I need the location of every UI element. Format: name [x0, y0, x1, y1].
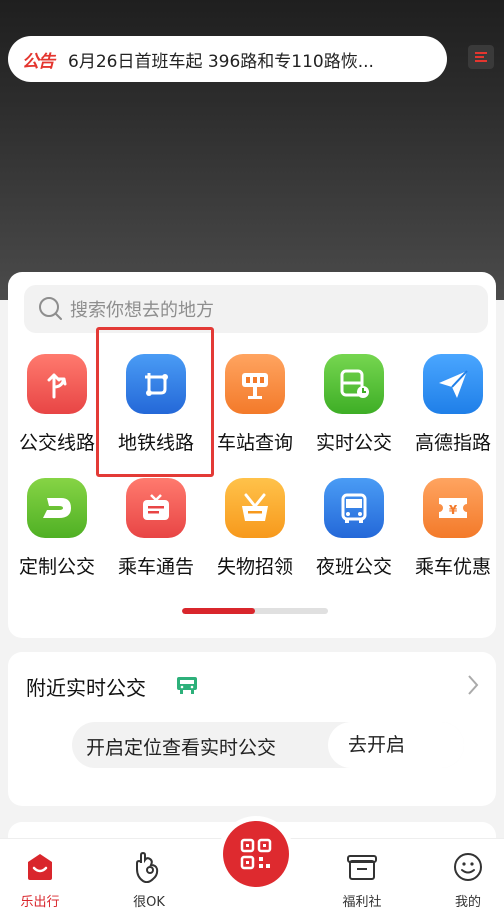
profile-icon: [428, 849, 504, 885]
announcement-bar[interactable]: 公告 6月26日首班车起 396路和专110路恢...: [8, 36, 447, 82]
announcement-tag: 公告: [22, 51, 55, 72]
realtime-bus-icon: [324, 354, 384, 414]
tab-label: 很OK: [133, 895, 165, 909]
grid-item-bus-route[interactable]: 公交线路: [8, 354, 106, 455]
grid-item-lost-found[interactable]: 失物招领: [206, 478, 304, 579]
grid-label: 乘车通告: [117, 556, 194, 578]
grid-label: 失物招领: [216, 556, 293, 578]
subway-route-icon: [126, 354, 186, 414]
grid-item-amap-navigation[interactable]: 高德指路: [404, 354, 502, 455]
gift-box-icon: [322, 849, 402, 885]
chevron-right-icon: [468, 675, 479, 695]
search-icon: [39, 297, 62, 320]
tab-label: 乐出行: [20, 895, 60, 909]
announcement-text[interactable]: 6月26日首班车起 396路和专110路恢...: [68, 47, 428, 72]
bus-badge-icon: [177, 677, 197, 694]
tab-label: 我的: [454, 895, 481, 909]
station-query-icon: [225, 354, 285, 414]
grid-label: 车站查询: [216, 432, 293, 454]
grid-label: 地铁线路: [117, 432, 194, 454]
grid-item-subway-route[interactable]: 地铁线路: [107, 354, 205, 455]
grid-item-ride-discount[interactable]: ¥ 乘车优惠: [404, 478, 502, 579]
menu-button[interactable]: [468, 45, 494, 69]
grid-label: 乘车优惠: [414, 556, 491, 578]
svg-text:¥: ¥: [449, 503, 458, 517]
grid-label: 公交线路: [18, 432, 95, 454]
scan-qr-button[interactable]: [218, 816, 294, 892]
tab-ok[interactable]: 很OK: [109, 839, 189, 909]
search-input[interactable]: 搜索你想去的地方: [24, 285, 488, 333]
grid-label: 高德指路: [414, 432, 491, 454]
night-bus-icon: [324, 478, 384, 538]
nearby-bus-card: 附近实时公交 开启定位查看实时公交 去开启: [8, 652, 496, 806]
grid-item-night-bus[interactable]: 夜班公交: [305, 478, 403, 579]
grid-item-custom-bus[interactable]: 定制公交: [8, 478, 106, 579]
custom-bus-icon: [27, 478, 87, 538]
grid-item-station-query[interactable]: 车站查询: [206, 354, 304, 455]
grid-label: 实时公交: [315, 432, 392, 454]
page-indicator: [182, 608, 328, 614]
enable-location-button[interactable]: 去开启: [328, 722, 464, 768]
grid-label: 定制公交: [18, 556, 95, 578]
qr-scan-icon: [223, 821, 289, 887]
location-message: 开启定位查看实时公交: [86, 737, 277, 759]
home-icon: [0, 849, 80, 885]
bus-route-icon: [27, 354, 87, 414]
grid-item-realtime-bus[interactable]: 实时公交: [305, 354, 403, 455]
tab-home[interactable]: 乐出行: [0, 839, 80, 909]
location-prompt: 开启定位查看实时公交 去开启: [72, 722, 464, 768]
grid-item-ride-notice[interactable]: 乘车通告: [107, 478, 205, 579]
page-indicator-fill: [182, 608, 255, 614]
search-placeholder: 搜索你想去的地方: [70, 300, 214, 321]
tab-label: 福利社: [342, 895, 382, 909]
lost-found-icon: [225, 478, 285, 538]
services-card: 搜索你想去的地方 公交线路 地铁线路 车站查询 实时公交 高德指路 定制公交 乘…: [8, 272, 496, 638]
tab-profile[interactable]: 我的: [428, 839, 504, 909]
ok-hand-icon: [109, 849, 189, 885]
amap-navigation-icon: [423, 354, 483, 414]
tab-welfare[interactable]: 福利社: [322, 839, 402, 909]
grid-label: 夜班公交: [315, 556, 392, 578]
menu-icon: [475, 52, 487, 62]
ride-discount-icon: ¥: [423, 478, 483, 538]
nearby-title: 附近实时公交: [26, 676, 146, 700]
ride-notice-icon: [126, 478, 186, 538]
